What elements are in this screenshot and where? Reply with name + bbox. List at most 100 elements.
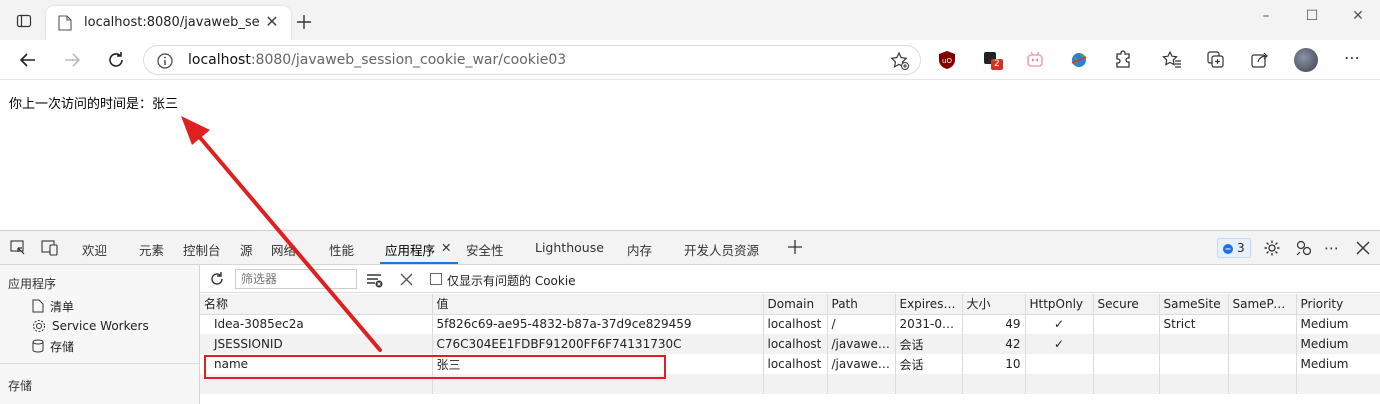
collections-icon[interactable]: [1206, 50, 1226, 70]
cookie-priority: Medium: [1296, 334, 1380, 354]
column-httponly[interactable]: HttpOnly: [1025, 294, 1094, 315]
tab-elements[interactable]: 元素: [139, 240, 164, 259]
sidebar-item-service-workers[interactable]: Service Workers: [32, 317, 149, 335]
new-tab-button[interactable]: [295, 13, 313, 31]
tab-sources[interactable]: 源: [240, 240, 253, 259]
column-name[interactable]: 名称: [200, 294, 433, 315]
refresh-icon[interactable]: [104, 48, 128, 72]
refresh-cookies-icon[interactable]: [208, 270, 226, 288]
tab-memory[interactable]: 内存: [627, 240, 652, 259]
close-tab-icon[interactable]: ✕: [264, 14, 280, 30]
profile-avatar[interactable]: [1294, 48, 1318, 72]
sidebar-item-manifest[interactable]: 清单: [32, 297, 74, 315]
cookie-expires: 会话: [895, 334, 963, 354]
close-devtools-icon[interactable]: [1356, 241, 1370, 255]
tab-developer-resources[interactable]: 开发人员资源: [684, 240, 759, 259]
tab-network[interactable]: 网络: [271, 240, 296, 259]
cookie-domain: localhost: [763, 354, 828, 374]
column-priority[interactable]: Priority: [1296, 294, 1380, 315]
column-samesite[interactable]: SameSite: [1159, 294, 1229, 315]
column-size[interactable]: 大小: [962, 294, 1026, 315]
browser-tab[interactable]: localhost:8080/javaweb_session_ ✕: [46, 6, 291, 40]
tab-actions-icon[interactable]: [16, 13, 32, 29]
back-icon[interactable]: [16, 48, 40, 72]
sidebar-divider: [0, 363, 199, 364]
devtools-more-icon[interactable]: ⋯: [1324, 239, 1339, 257]
table-row[interactable]: Idea-3085ec2a 5f826c69-ae95-4832-b87a-37…: [200, 314, 1380, 334]
extension-badge-icon[interactable]: 2: [982, 50, 1003, 70]
page-icon: [58, 15, 72, 31]
cookie-httponly: [1025, 354, 1094, 374]
cookie-sameparty: [1228, 314, 1297, 334]
sidebar-item-storage[interactable]: 存储: [32, 337, 74, 355]
tab-application[interactable]: 应用程序: [385, 240, 435, 259]
maximize-icon[interactable]: ☐: [1302, 6, 1322, 26]
tab-welcome[interactable]: 欢迎: [82, 240, 107, 259]
cookie-samesite: [1159, 334, 1229, 354]
column-path[interactable]: Path: [827, 294, 896, 315]
extensions-icon[interactable]: [1113, 50, 1133, 70]
favorites-icon[interactable]: [1162, 50, 1182, 70]
more-options-icon[interactable]: ⋯: [1342, 50, 1362, 70]
filter-input[interactable]: [235, 269, 357, 289]
close-window-icon[interactable]: ✕: [1348, 6, 1368, 26]
share-icon[interactable]: [1250, 50, 1270, 70]
svg-text:uO: uO: [942, 57, 952, 65]
cookie-sameparty: [1228, 334, 1297, 354]
tab-console[interactable]: 控制台: [183, 240, 221, 259]
clear-filtered-icon[interactable]: [366, 272, 384, 288]
cookie-name: JSESSIONID: [200, 334, 433, 354]
column-value[interactable]: 值: [432, 294, 764, 315]
settings-gear-icon[interactable]: [1263, 239, 1281, 257]
cookie-samesite: Strict: [1159, 314, 1229, 334]
navigation-bar: localhost:8080/javaweb_session_cookie_wa…: [0, 40, 1380, 80]
table-row[interactable]: JSESSIONID C76C304EE1FDBF91200FF6F741317…: [200, 334, 1380, 354]
gear-icon: [33, 320, 45, 332]
cookie-value: 5f826c69-ae95-4832-b87a-37d9ce829459: [432, 314, 764, 334]
column-domain[interactable]: Domain: [763, 294, 828, 315]
cookie-expires: 2031-09-...: [895, 314, 963, 334]
close-application-tab-icon[interactable]: ✕: [441, 240, 451, 255]
application-sidebar: 应用程序 清单 Service Workers 存储 存储: [0, 265, 200, 404]
cookie-size: 49: [962, 314, 1026, 334]
ublock-icon[interactable]: uO: [937, 50, 957, 70]
add-favorite-icon[interactable]: [890, 51, 910, 71]
inspect-element-icon[interactable]: [10, 240, 26, 256]
cookie-path: /: [827, 314, 896, 334]
column-sameparty[interactable]: SameParty: [1228, 294, 1297, 315]
cookie-size: 42: [962, 334, 1026, 354]
info-icon[interactable]: [156, 52, 174, 70]
tab-lighthouse[interactable]: Lighthouse: [535, 240, 604, 255]
forward-icon[interactable]: [60, 48, 84, 72]
delete-all-icon[interactable]: [400, 273, 413, 286]
cookie-expires: 会话: [895, 354, 963, 374]
message-icon: [1223, 244, 1233, 254]
column-expires[interactable]: Expires / ...: [895, 294, 963, 315]
device-emulation-icon[interactable]: [41, 240, 59, 256]
issues-counter[interactable]: 3: [1217, 238, 1251, 258]
database-icon: [32, 339, 44, 353]
extension-badge-count: 2: [991, 59, 1003, 70]
cookie-priority: Medium: [1296, 314, 1380, 334]
column-secure[interactable]: Secure: [1093, 294, 1160, 315]
sidebar-item-label: Service Workers: [52, 319, 149, 333]
cookie-size: 10: [962, 354, 1026, 374]
bilibili-icon[interactable]: [1025, 50, 1045, 70]
cookie-httponly: ✓: [1025, 334, 1094, 354]
feedback-icon[interactable]: [1295, 239, 1313, 257]
only-issues-checkbox[interactable]: [430, 273, 442, 285]
sidebar-item-label: 存储: [50, 339, 75, 354]
cookie-domain: localhost: [763, 314, 828, 334]
globe-extension-icon[interactable]: [1069, 50, 1089, 70]
cookie-domain: localhost: [763, 334, 828, 354]
minimize-icon[interactable]: –: [1256, 6, 1276, 26]
address-bar[interactable]: localhost:8080/javaweb_session_cookie_wa…: [143, 45, 921, 75]
cookie-toolbar: 仅显示有问题的 Cookie: [200, 265, 1380, 293]
add-tab-icon[interactable]: [787, 239, 803, 255]
highlight-box: [204, 355, 666, 379]
tab-performance[interactable]: 性能: [329, 240, 354, 259]
tab-security[interactable]: 安全性: [466, 240, 504, 259]
sidebar-section-application: 应用程序: [8, 277, 57, 291]
devtools-tab-bar: 欢迎 元素 控制台 源 网络 性能 应用程序 ✕ 安全性 Lighthouse …: [0, 231, 1380, 265]
cookies-panel: 仅显示有问题的 Cookie 名称 值 Domain Path Expires …: [200, 265, 1380, 404]
